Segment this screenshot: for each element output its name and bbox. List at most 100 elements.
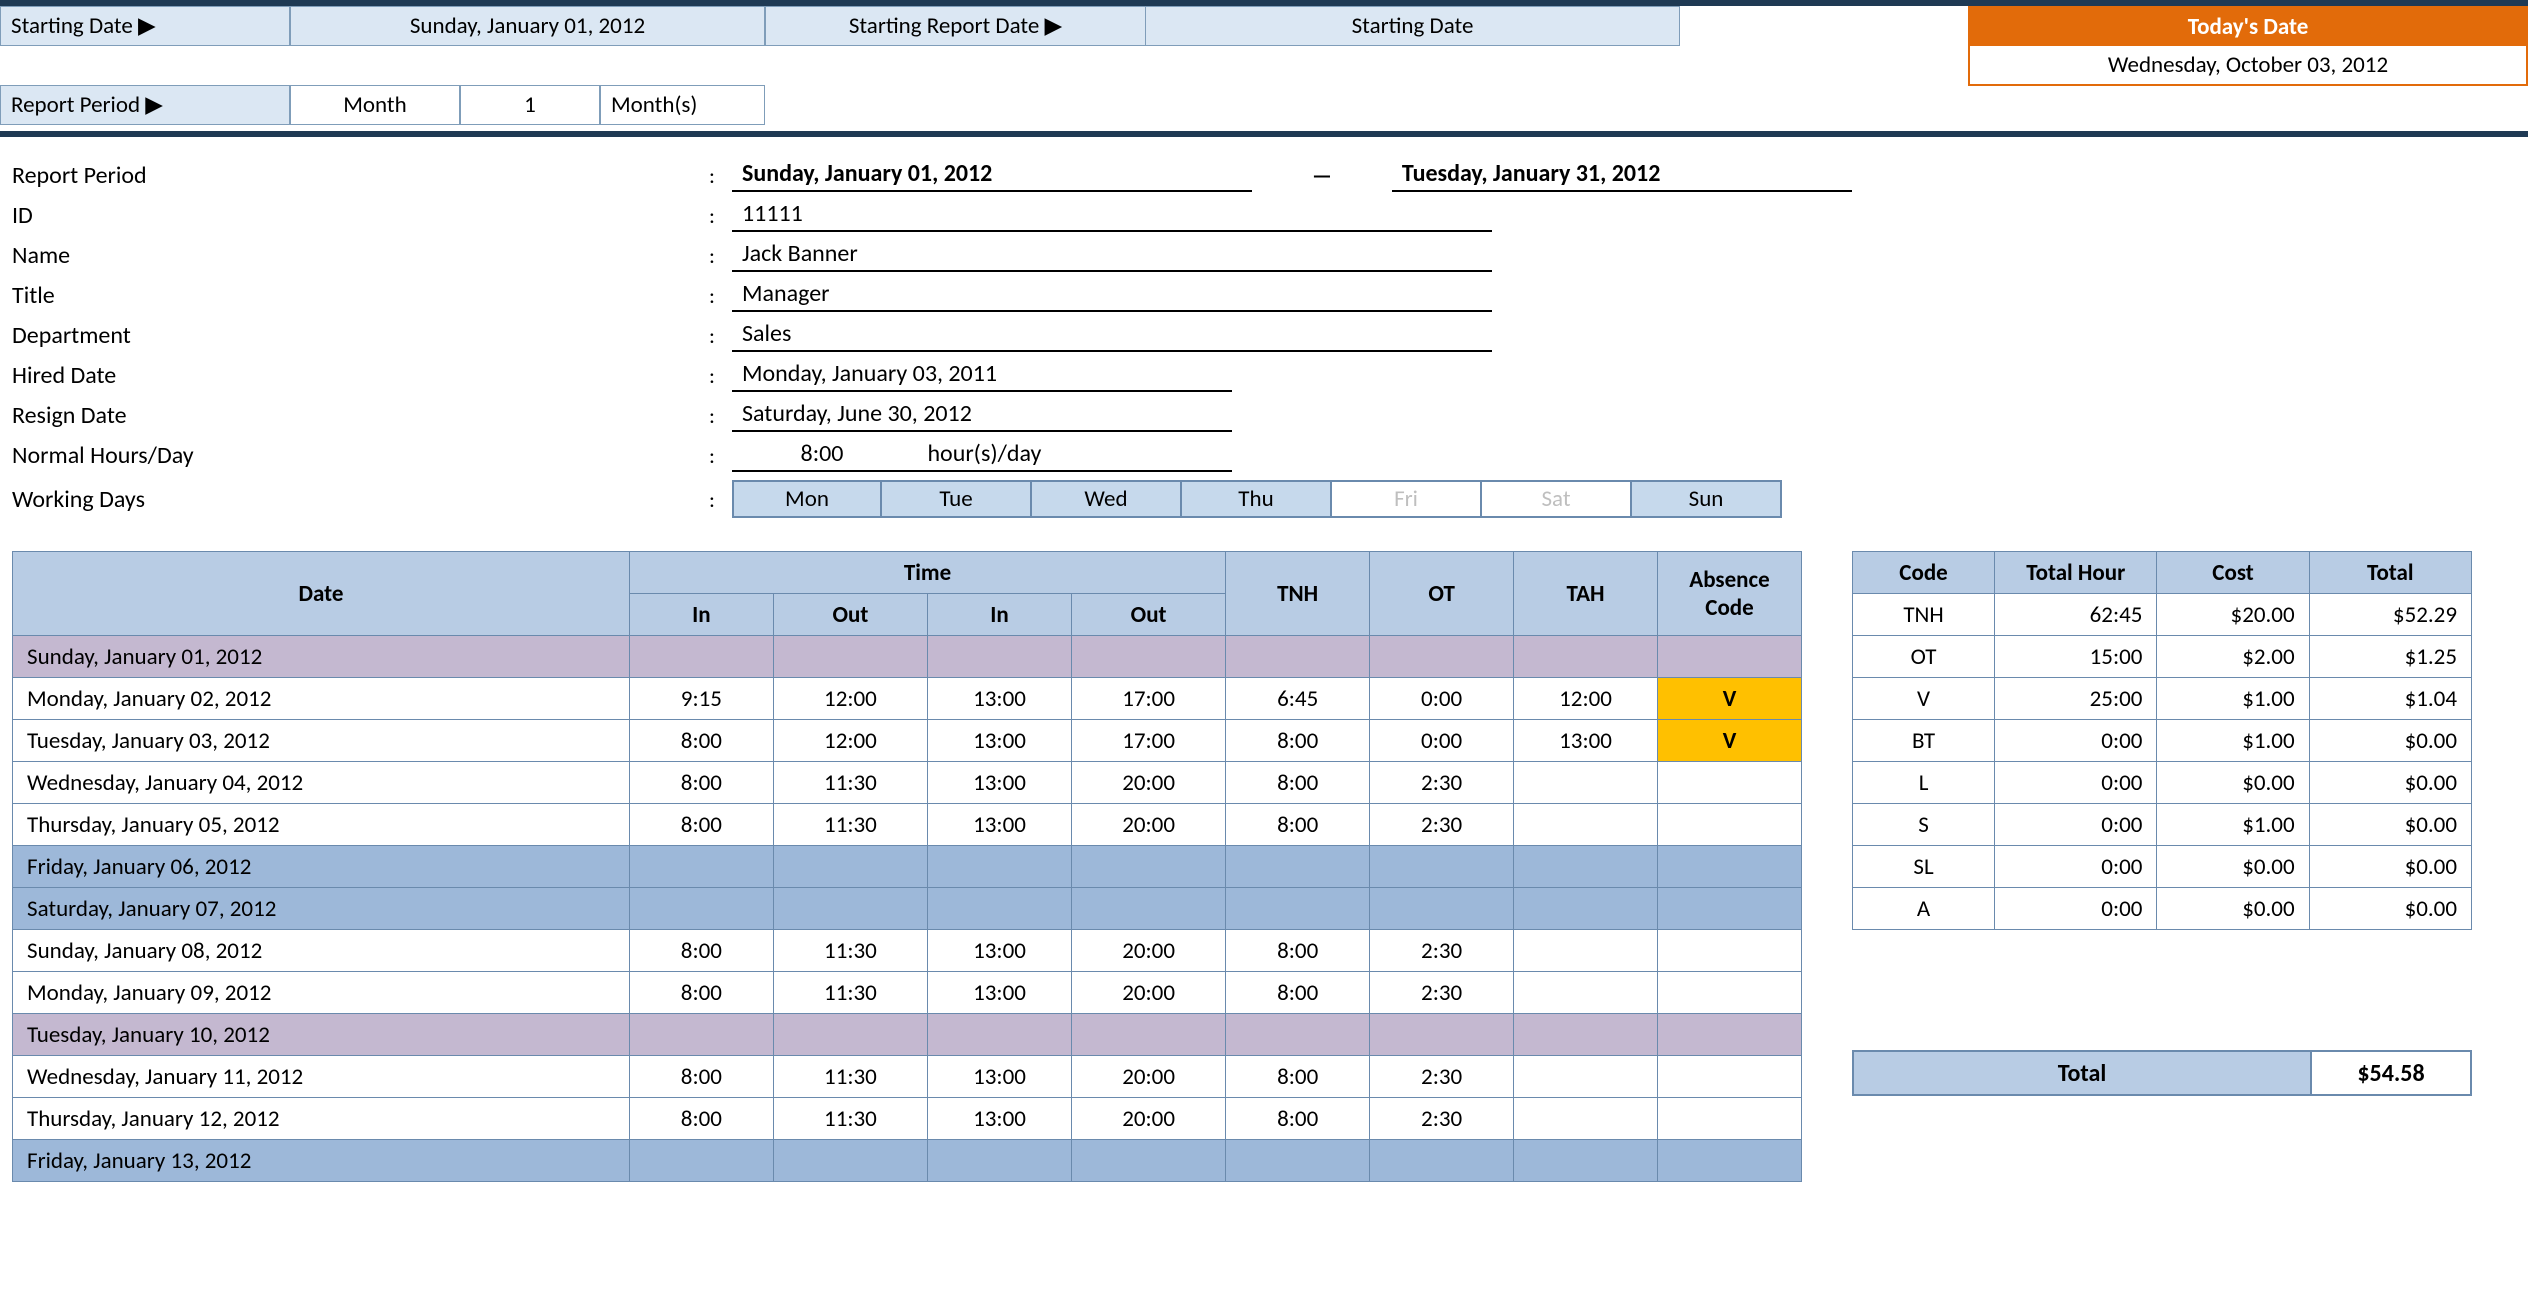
cell-time[interactable]	[629, 636, 773, 678]
cell-time[interactable]: 13:00	[928, 1098, 1072, 1140]
day-tue[interactable]: Tue	[882, 480, 1032, 518]
cell-time[interactable]: 2:30	[1370, 1056, 1514, 1098]
cell-time[interactable]	[1071, 888, 1225, 930]
cell-time[interactable]	[928, 1140, 1072, 1182]
cell-time[interactable]: 9:15	[629, 678, 773, 720]
cell-time[interactable]	[928, 1014, 1072, 1056]
cell-time[interactable]	[629, 888, 773, 930]
cell-date[interactable]: Monday, January 02, 2012	[13, 678, 630, 720]
cell-time[interactable]: 8:00	[629, 804, 773, 846]
cell-time[interactable]: 12:00	[773, 678, 927, 720]
cell-time[interactable]	[1071, 1140, 1225, 1182]
cell-time[interactable]: 8:00	[629, 720, 773, 762]
cell-time[interactable]	[1370, 846, 1514, 888]
cell-time[interactable]	[1514, 1140, 1658, 1182]
cell-time[interactable]	[1071, 636, 1225, 678]
cell-time[interactable]	[1514, 846, 1658, 888]
cell-time[interactable]: 20:00	[1071, 930, 1225, 972]
cell-date[interactable]: Wednesday, January 04, 2012	[13, 762, 630, 804]
cell-date[interactable]: Saturday, January 07, 2012	[13, 888, 630, 930]
report-period-month[interactable]: Month	[290, 85, 460, 125]
cell-time[interactable]: 2:30	[1370, 1098, 1514, 1140]
cell-time[interactable]: 13:00	[928, 804, 1072, 846]
cell-date[interactable]: Tuesday, January 10, 2012	[13, 1014, 630, 1056]
cell-date[interactable]: Friday, January 06, 2012	[13, 846, 630, 888]
cell-time[interactable]	[1370, 636, 1514, 678]
cell-time[interactable]	[1370, 1014, 1514, 1056]
cell-time[interactable]: 8:00	[629, 1098, 773, 1140]
cell-time[interactable]	[773, 888, 927, 930]
cell-absence[interactable]	[1658, 1014, 1802, 1056]
cell-time[interactable]	[1514, 804, 1658, 846]
cell-absence[interactable]: V	[1658, 720, 1802, 762]
cell-time[interactable]: 11:30	[773, 804, 927, 846]
cell-time[interactable]: 17:00	[1071, 720, 1225, 762]
cell-time[interactable]: 2:30	[1370, 930, 1514, 972]
cell-absence[interactable]	[1658, 888, 1802, 930]
cell-absence[interactable]: V	[1658, 678, 1802, 720]
day-thu[interactable]: Thu	[1182, 480, 1332, 518]
cell-time[interactable]	[1514, 930, 1658, 972]
cell-time[interactable]: 20:00	[1071, 804, 1225, 846]
cell-time[interactable]	[928, 888, 1072, 930]
cell-absence[interactable]	[1658, 636, 1802, 678]
cell-time[interactable]: 13:00	[928, 678, 1072, 720]
cell-time[interactable]: 13:00	[928, 720, 1072, 762]
cell-time[interactable]: 11:30	[773, 1098, 927, 1140]
cell-time[interactable]: 13:00	[928, 1056, 1072, 1098]
cell-date[interactable]: Wednesday, January 11, 2012	[13, 1056, 630, 1098]
cell-time[interactable]	[1071, 1014, 1225, 1056]
cell-date[interactable]: Thursday, January 12, 2012	[13, 1098, 630, 1140]
cell-time[interactable]: 0:00	[1370, 720, 1514, 762]
cell-absence[interactable]	[1658, 1140, 1802, 1182]
cell-date[interactable]: Sunday, January 08, 2012	[13, 930, 630, 972]
day-mon[interactable]: Mon	[732, 480, 882, 518]
day-sun[interactable]: Sun	[1632, 480, 1782, 518]
cell-time[interactable]: 8:00	[1226, 1098, 1370, 1140]
cell-time[interactable]: 8:00	[1226, 1056, 1370, 1098]
cell-time[interactable]	[1226, 1140, 1370, 1182]
cell-time[interactable]: 2:30	[1370, 804, 1514, 846]
cell-time[interactable]	[773, 1014, 927, 1056]
cell-time[interactable]	[1370, 1140, 1514, 1182]
cell-absence[interactable]	[1658, 1056, 1802, 1098]
cell-time[interactable]: 12:00	[773, 720, 927, 762]
cell-time[interactable]	[773, 636, 927, 678]
cell-absence[interactable]	[1658, 930, 1802, 972]
cell-time[interactable]: 8:00	[629, 762, 773, 804]
starting-date-value[interactable]: Sunday, January 01, 2012	[290, 6, 765, 46]
cell-absence[interactable]	[1658, 762, 1802, 804]
cell-time[interactable]	[1370, 888, 1514, 930]
cell-time[interactable]	[629, 1014, 773, 1056]
cell-time[interactable]	[928, 636, 1072, 678]
cell-absence[interactable]	[1658, 972, 1802, 1014]
cell-time[interactable]: 8:00	[1226, 972, 1370, 1014]
cell-time[interactable]	[1514, 1098, 1658, 1140]
cell-time[interactable]	[773, 1140, 927, 1182]
cell-date[interactable]: Thursday, January 05, 2012	[13, 804, 630, 846]
cell-time[interactable]	[1226, 888, 1370, 930]
cell-date[interactable]: Monday, January 09, 2012	[13, 972, 630, 1014]
cell-time[interactable]: 11:30	[773, 1056, 927, 1098]
cell-time[interactable]: 8:00	[1226, 762, 1370, 804]
cell-time[interactable]: 2:30	[1370, 762, 1514, 804]
cell-time[interactable]	[1514, 1014, 1658, 1056]
cell-time[interactable]	[629, 846, 773, 888]
day-sat[interactable]: Sat	[1482, 480, 1632, 518]
report-period-num[interactable]: 1	[460, 85, 600, 125]
cell-absence[interactable]	[1658, 1098, 1802, 1140]
cell-time[interactable]	[1226, 846, 1370, 888]
cell-time[interactable]: 0:00	[1370, 678, 1514, 720]
cell-time[interactable]: 11:30	[773, 762, 927, 804]
cell-time[interactable]	[773, 846, 927, 888]
cell-time[interactable]	[1514, 636, 1658, 678]
cell-time[interactable]: 8:00	[1226, 804, 1370, 846]
day-fri[interactable]: Fri	[1332, 480, 1482, 518]
cell-time[interactable]: 8:00	[1226, 930, 1370, 972]
cell-time[interactable]	[1226, 1014, 1370, 1056]
cell-time[interactable]: 6:45	[1226, 678, 1370, 720]
cell-date[interactable]: Sunday, January 01, 2012	[13, 636, 630, 678]
cell-time[interactable]: 8:00	[629, 930, 773, 972]
cell-time[interactable]: 20:00	[1071, 1056, 1225, 1098]
cell-absence[interactable]	[1658, 804, 1802, 846]
